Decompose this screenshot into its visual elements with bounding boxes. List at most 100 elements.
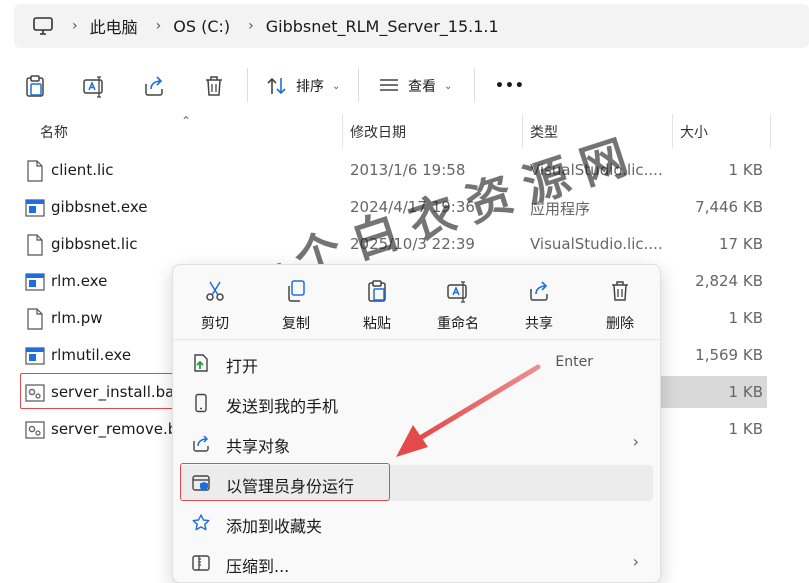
chevron-down-icon: ⌄ xyxy=(332,80,341,92)
annotation-box-file xyxy=(20,373,179,409)
file-name: gibbsnet.lic xyxy=(51,235,138,253)
share-label: 共享 xyxy=(525,316,553,332)
column-divider[interactable] xyxy=(770,114,771,148)
delete-button[interactable] xyxy=(200,72,228,100)
share-icon xyxy=(193,435,209,452)
share-with-label: 共享对象 xyxy=(226,437,291,456)
exe-icon xyxy=(25,271,45,293)
open-shortcut: Enter xyxy=(555,354,593,370)
file-size: 1 KB xyxy=(728,420,763,438)
file-icon xyxy=(25,234,45,256)
column-divider[interactable] xyxy=(342,114,343,148)
delete-action[interactable]: 删除 xyxy=(588,273,652,333)
column-divider[interactable] xyxy=(522,114,523,148)
column-headers: ⌃ 名称 修改日期 类型 大小 xyxy=(0,114,809,148)
star-icon xyxy=(192,514,210,531)
file-icon xyxy=(25,308,45,330)
file-type: VisualStudio.lic.... xyxy=(530,235,663,253)
paste-button[interactable] xyxy=(21,72,49,100)
zip-icon xyxy=(192,555,210,571)
context-menu-quick-actions: 剪切 复制 粘贴 重命名 共享 删除 xyxy=(173,265,660,339)
file-size: 1,569 KB xyxy=(695,346,763,364)
file-name: server_remove.b xyxy=(51,420,178,438)
paste-label: 粘贴 xyxy=(363,316,391,332)
file-size: 1 KB xyxy=(728,383,763,401)
view-button[interactable]: 查看 ⌄ xyxy=(378,72,452,100)
more-options-button[interactable]: ••• xyxy=(495,72,525,100)
chevron-right-icon: › xyxy=(632,432,639,451)
menu-item-open[interactable]: 打开 Enter xyxy=(181,345,653,381)
file-size: 1 KB xyxy=(728,309,763,327)
rename-action[interactable]: 重命名 xyxy=(426,273,490,333)
open-label: 打开 xyxy=(226,357,259,376)
address-bar[interactable]: › 此电脑 › OS (C:) › Gibbsnet_RLM_Server_15… xyxy=(14,4,809,48)
exe-icon xyxy=(25,197,45,219)
chevron-right-icon[interactable]: › xyxy=(72,18,78,34)
file-size: 1 KB xyxy=(728,161,763,179)
share-icon xyxy=(145,76,163,96)
chevron-down-icon: ⌄ xyxy=(444,80,453,92)
copy-icon xyxy=(288,280,305,302)
rename-button[interactable] xyxy=(80,72,108,100)
breadcrumb-drive-c[interactable]: OS (C:) xyxy=(173,17,230,36)
file-name: gibbsnet.exe xyxy=(51,198,148,216)
trash-icon xyxy=(206,76,222,96)
menu-item-compress-to[interactable]: 压缩到... › xyxy=(181,545,653,581)
share-action[interactable]: 共享 xyxy=(507,273,571,333)
menu-item-share-with[interactable]: 共享对象 › xyxy=(181,425,653,461)
exe-icon xyxy=(25,345,45,367)
file-name: rlmutil.exe xyxy=(51,346,132,364)
column-header-size[interactable]: 大小 xyxy=(680,122,708,142)
toolbar-divider xyxy=(358,68,359,102)
sort-button[interactable]: 排序 ⌄ xyxy=(266,72,340,100)
annotation-box-menu-item xyxy=(180,463,390,501)
breadcrumb-this-pc[interactable]: 此电脑 xyxy=(90,14,138,38)
rename-label: 重命名 xyxy=(437,316,479,332)
file-name: rlm.pw xyxy=(51,309,103,327)
open-icon xyxy=(194,354,208,372)
cut-action[interactable]: 剪切 xyxy=(183,273,247,333)
delete-label: 删除 xyxy=(606,316,634,332)
scissors-icon xyxy=(206,281,224,301)
cut-label: 剪切 xyxy=(201,316,229,332)
column-header-name[interactable]: 名称 xyxy=(40,122,68,142)
toolbar-divider xyxy=(247,68,248,102)
copy-action[interactable]: 复制 xyxy=(264,273,328,333)
file-row[interactable]: client.lic 2013/1/6 19:58 VisualStudio.lic… xyxy=(0,152,809,189)
copy-label: 复制 xyxy=(282,316,310,332)
file-name: client.lic xyxy=(51,161,114,179)
menu-item-add-to-favorites[interactable]: 添加到收藏夹 xyxy=(181,505,653,541)
rename-icon xyxy=(83,76,103,98)
toolbar-divider xyxy=(474,68,475,102)
column-divider[interactable] xyxy=(672,114,673,148)
view-label: 查看 xyxy=(408,79,436,95)
sort-label: 排序 xyxy=(296,79,324,95)
trash-icon xyxy=(612,281,628,301)
chevron-right-icon[interactable]: › xyxy=(156,18,162,34)
command-bar: 排序 ⌄ 查看 ⌄ ••• xyxy=(0,60,809,112)
clipboard-icon xyxy=(26,75,44,97)
sort-ascending-icon: ⌃ xyxy=(181,114,192,128)
computer-icon[interactable] xyxy=(32,15,54,37)
file-size: 2,824 KB xyxy=(695,272,763,290)
file-size: 7,446 KB xyxy=(695,198,763,216)
send-to-phone-label: 发送到我的手机 xyxy=(226,397,339,416)
sort-icon xyxy=(267,77,286,95)
compress-to-label: 压缩到... xyxy=(226,557,290,576)
rename-icon xyxy=(447,281,467,303)
breadcrumb-folder[interactable]: Gibbsnet_RLM_Server_15.1.1 xyxy=(266,17,499,36)
column-header-modified[interactable]: 修改日期 xyxy=(350,122,406,142)
menu-item-send-to-phone[interactable]: 发送到我的手机 xyxy=(181,385,653,421)
phone-icon xyxy=(195,393,207,413)
file-icon xyxy=(25,160,45,182)
share-button[interactable] xyxy=(140,72,168,100)
file-size: 17 KB xyxy=(719,235,763,253)
view-list-icon xyxy=(380,79,398,91)
add-to-favorites-label: 添加到收藏夹 xyxy=(226,517,323,536)
paste-action[interactable]: 粘贴 xyxy=(345,273,409,333)
column-header-type[interactable]: 类型 xyxy=(530,122,558,142)
context-menu-divider xyxy=(173,339,660,340)
clipboard-icon xyxy=(368,280,386,302)
file-name: rlm.exe xyxy=(51,272,108,290)
chevron-right-icon[interactable]: › xyxy=(248,18,254,34)
